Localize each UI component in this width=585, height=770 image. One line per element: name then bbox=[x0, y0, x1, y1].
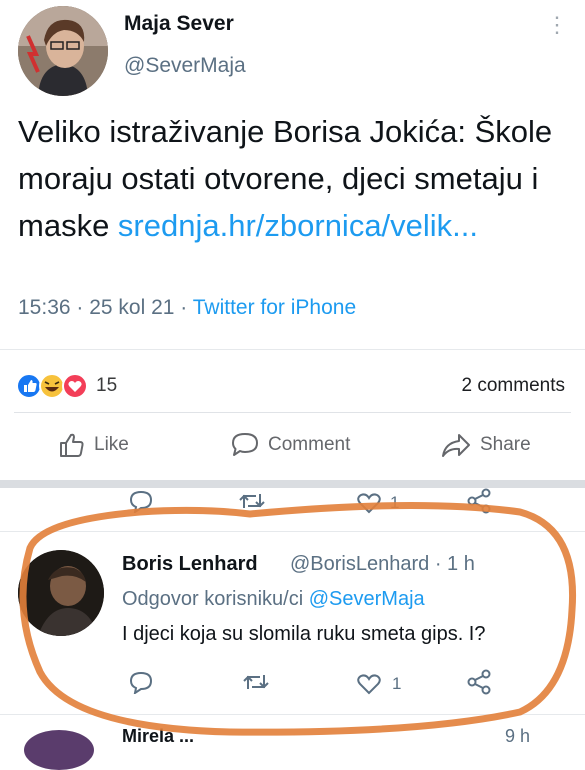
like-icon-group[interactable]: 1 bbox=[356, 671, 401, 697]
reply-author-avatar[interactable] bbox=[18, 550, 104, 636]
reply-icon[interactable] bbox=[128, 489, 154, 515]
love-reaction-icon bbox=[62, 373, 88, 399]
comment-label: Comment bbox=[268, 434, 351, 455]
comment-icon bbox=[232, 433, 258, 456]
divider bbox=[14, 412, 571, 413]
author-handle[interactable]: @SeverMaja bbox=[124, 54, 246, 78]
reply-text: I djeci koja su slomila ruku smeta gips.… bbox=[122, 623, 486, 645]
divider bbox=[0, 714, 585, 715]
tweet-link[interactable]: srednja.hr/zbornica/velik... bbox=[118, 208, 478, 243]
heart-icon bbox=[357, 674, 381, 695]
divider bbox=[0, 349, 585, 350]
like-label: Like bbox=[94, 434, 129, 455]
reply-prefix: Odgovor korisniku/ci bbox=[122, 588, 309, 610]
next-author-meta: 9 h bbox=[505, 726, 531, 746]
haha-reaction-icon bbox=[39, 373, 65, 399]
share-icon bbox=[442, 434, 470, 457]
reply-author-handle[interactable]: @BorisLenhard · 1 h bbox=[290, 553, 475, 576]
next-author-avatar[interactable] bbox=[24, 730, 94, 770]
divider bbox=[0, 531, 585, 532]
reply-to-handle[interactable]: @SeverMaja bbox=[309, 588, 425, 610]
reaction-count[interactable]: 15 bbox=[96, 375, 117, 397]
tweet-time: 15:36 · 25 kol 21 · bbox=[18, 296, 193, 319]
thumbs-up-icon bbox=[60, 433, 84, 457]
reply-author-name[interactable]: Boris Lenhard bbox=[122, 553, 258, 576]
share-button[interactable]: Share bbox=[440, 428, 531, 462]
next-author-name[interactable]: Mirela ... bbox=[122, 726, 194, 747]
like-reaction-icon bbox=[16, 373, 42, 399]
reaction-icons[interactable] bbox=[16, 373, 96, 399]
author-name[interactable]: Maja Sever bbox=[124, 12, 234, 36]
like-count: 1 bbox=[390, 493, 400, 512]
share-label: Share bbox=[480, 434, 531, 455]
retweet-icon[interactable] bbox=[238, 490, 266, 516]
tweet-meta: 15:36 · 25 kol 21 · Twitter for iPhone bbox=[18, 296, 356, 320]
reply-context: Odgovor korisniku/ci @SeverMaja bbox=[122, 588, 425, 611]
author-avatar[interactable] bbox=[18, 6, 108, 96]
tweet-source[interactable]: Twitter for iPhone bbox=[193, 296, 356, 319]
reply-icon[interactable] bbox=[128, 670, 154, 696]
like-icon-group[interactable]: 1 bbox=[356, 490, 399, 516]
tweet-text: Veliko istraživanje Borisa Jokića: Škole… bbox=[18, 108, 573, 249]
heart-icon bbox=[357, 493, 381, 514]
section-gap bbox=[0, 480, 585, 488]
comment-button[interactable]: Comment bbox=[230, 428, 350, 462]
share-node-icon[interactable] bbox=[466, 488, 494, 514]
like-count: 1 bbox=[392, 674, 402, 693]
share-node-icon[interactable] bbox=[466, 669, 494, 695]
retweet-icon[interactable] bbox=[242, 671, 270, 697]
like-button[interactable]: Like bbox=[58, 428, 129, 462]
more-options-icon[interactable]: ⋮ bbox=[546, 14, 568, 36]
comments-count[interactable]: 2 comments bbox=[462, 375, 565, 397]
